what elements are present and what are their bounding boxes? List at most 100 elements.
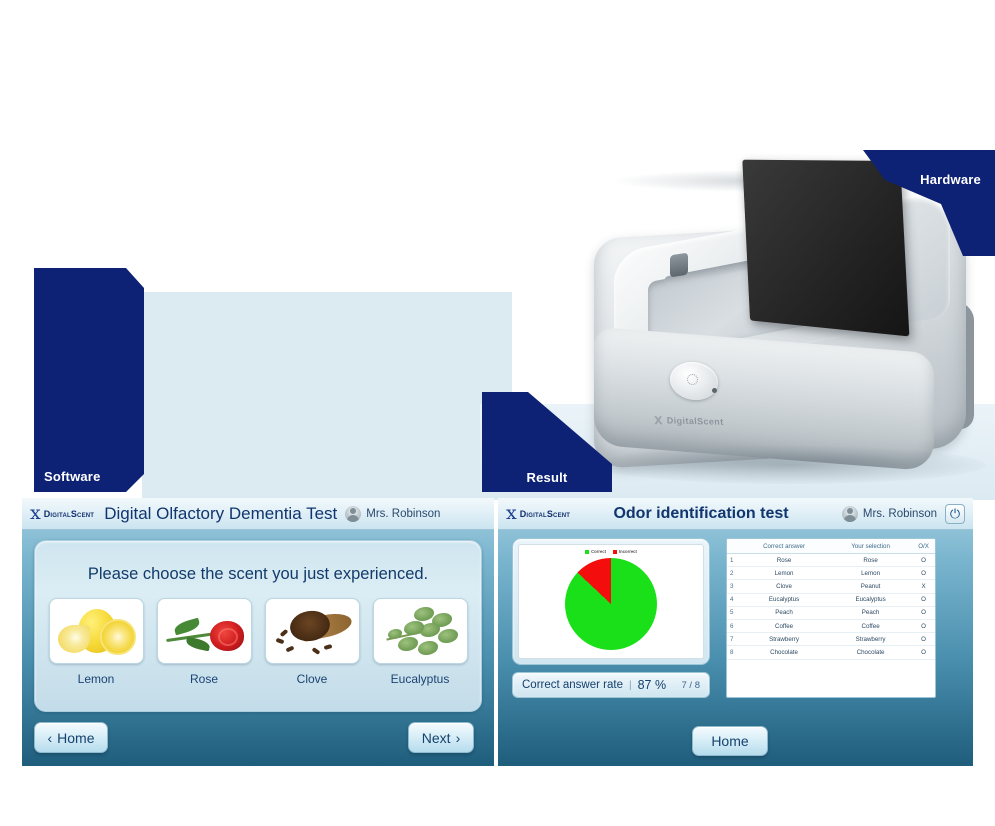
table-cell: Rose [739,553,830,568]
legend-swatch-correct [585,549,590,554]
scent-prompt: Please choose the scent you just experie… [87,565,429,583]
brand-name: DigitalScent [519,508,571,519]
pie-slices [565,557,657,650]
flame-logo-icon: x [30,502,41,524]
software-app-header: x DigitalScent Digital Olfactory Dementi… [22,498,494,530]
hardware-device-photo: x DigitalScent [566,150,995,510]
power-icon[interactable]: ⏻ [945,503,965,524]
table-row-index: 4 [727,593,739,607]
table-cell: O [912,553,935,568]
table-cell: Eucalyptus [739,593,830,607]
scent-choice-clove[interactable]: Clove [264,598,360,686]
result-user-name: Mrs. Robinson [862,507,937,520]
correct-answer-rate-bar: Correct answer rate | 87 % 7 / 8 [512,672,710,698]
table-row[interactable]: 5 Peach Peach O [727,606,935,620]
software-home-label: Home [57,729,95,746]
chevron-right-icon: › [455,729,461,746]
device-slot-knob [670,252,688,278]
table-cell: Peach [739,606,830,620]
table-cell: Coffee [739,619,830,634]
table-row-index: 7 [727,632,739,647]
scent-label-clove: Clove [296,672,328,686]
table-cell: O [912,606,935,620]
rose-photo[interactable] [156,598,252,664]
table-cell: Clove [739,579,830,594]
software-user-chip[interactable]: Mrs. Robinson [345,505,441,522]
brand-name: DigitalScent [43,508,95,519]
tab-result-label: Result [526,470,568,485]
table-cell: O [912,593,935,607]
lemon-photo[interactable] [48,598,144,664]
legend-incorrect: Incorrect [612,549,637,554]
table-col-3: O/X [912,539,935,554]
table-cell: Peanut [829,579,913,594]
rate-value: 87 % [637,678,667,692]
legend-swatch-incorrect [612,549,617,554]
table-header-row: Correct answer Your selection O/X [727,539,935,554]
table-cell: Lemon [739,566,830,581]
table-cell: Rose [829,553,913,568]
chevron-left-icon: ‹ [47,729,53,746]
scent-label-lemon: Lemon [77,672,115,686]
screenshot-root: x DigitalScent Hardware Software Result … [0,0,995,826]
tab-software[interactable]: Software [34,268,144,492]
device-logo-text: DigitalScent [666,414,724,427]
legend-correct: Correct [585,549,606,554]
table-cell: O [912,632,935,647]
table-row-index: 2 [727,566,739,581]
next-button[interactable]: Next › [408,722,474,753]
result-home-label: Home [711,733,749,749]
table-cell: Peach [829,606,913,620]
scent-choice-eucalyptus[interactable]: Eucalyptus [372,598,468,686]
next-label: Next [421,729,451,746]
table-row-index: 6 [727,619,739,634]
result-user-chip[interactable]: Mrs. Robinson [841,505,937,522]
scent-choice-lemon[interactable]: Lemon [48,598,144,686]
flame-logo-icon: x [506,502,517,524]
table-row[interactable]: 4 Eucalyptus Eucalyptus O [727,593,935,607]
device-ground-shadow [596,446,986,484]
software-page-title: Digital Olfactory Dementia Test [104,503,338,523]
eucalyptus-photo[interactable] [372,598,468,664]
table-cell: Lemon [829,566,913,581]
table-row-index: 8 [727,645,739,660]
table-row[interactable]: 8 Chocolate Chocolate O [727,645,935,660]
table-cell: X [912,579,935,594]
chart-legend: Correct Incorrect [519,549,703,554]
clove-photo[interactable] [264,598,360,664]
results-table: Correct answer Your selection O/X 1 Rose Ros… [727,539,935,660]
avatar [841,505,858,522]
brand-logo: x DigitalScent [506,504,570,523]
tab-software-label: Software [44,469,101,484]
brand-logo: x DigitalScent [30,504,94,523]
table-row[interactable]: 7 Strawberry Strawberry O [727,632,935,647]
software-home-button[interactable]: ‹ Home [34,722,108,753]
rate-label: Correct answer rate [522,679,623,691]
device-brand-logo: x DigitalScent [654,411,724,430]
table-cell: Coffee [829,619,913,634]
table-row[interactable]: 3 Clove Peanut X [727,579,935,594]
software-user-name: Mrs. Robinson [366,507,441,520]
result-page-title: Odor identification test [613,504,789,522]
scent-choice-rose[interactable]: Rose [156,598,252,686]
table-cell: O [912,619,935,634]
table-cell: Chocolate [739,645,830,660]
legend-label-correct: Correct [591,549,606,554]
avatar [345,505,362,522]
result-home-button[interactable]: Home [692,726,768,756]
scent-label-rose: Rose [189,672,218,686]
table-row[interactable]: 1 Rose Rose O [727,553,935,568]
pie-chart-card: Correct Incorrect [512,538,710,665]
table-col-1: Correct answer [739,539,830,554]
table-row[interactable]: 6 Coffee Coffee O [727,619,935,634]
device-led-indicator [712,388,717,393]
table-row[interactable]: 2 Lemon Lemon O [727,566,935,581]
table-col-2: Your selection [829,539,913,554]
table-cell: O [912,566,935,581]
table-cell: Eucalyptus [829,593,913,607]
table-col-index [727,539,739,554]
rate-count: 7 / 8 [681,679,701,691]
results-table-wrapper[interactable]: Correct answer Your selection O/X 1 Rose Ros… [726,538,936,698]
result-app-header: x DigitalScent Odor identification test … [498,498,973,530]
power-button-icon [687,374,698,385]
